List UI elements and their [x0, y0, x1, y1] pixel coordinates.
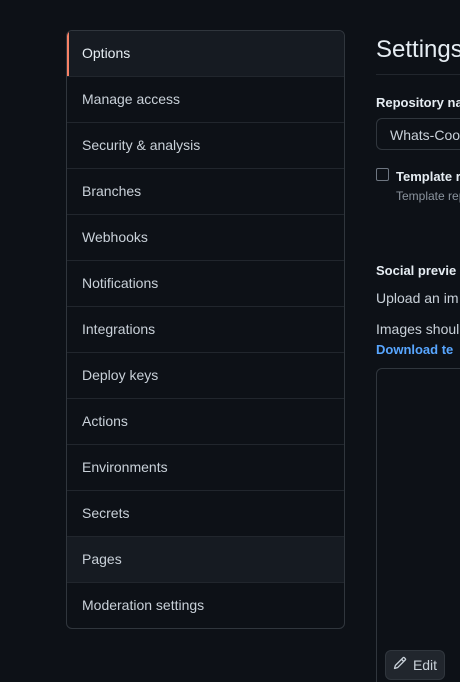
- settings-sidebar-menu: Options Manage access Security & analysi…: [66, 30, 345, 629]
- sidebar-item-moderation-settings[interactable]: Moderation settings: [67, 582, 344, 628]
- images-guidance-text: Images shoul: [376, 321, 460, 337]
- template-checkbox[interactable]: [376, 168, 389, 181]
- sidebar-item-manage-access[interactable]: Manage access: [67, 76, 344, 122]
- edit-button[interactable]: Edit: [385, 650, 445, 680]
- repo-name-label: Repository na: [376, 95, 460, 110]
- sidebar-item-environments[interactable]: Environments: [67, 444, 344, 490]
- upload-text: Upload an im: [376, 290, 459, 306]
- title-divider: [376, 74, 460, 75]
- sidebar-item-deploy-keys[interactable]: Deploy keys: [67, 352, 344, 398]
- template-description: Template rep: [396, 189, 460, 203]
- settings-page: Options Manage access Security & analysi…: [0, 0, 460, 682]
- social-preview-image-box: [376, 368, 460, 682]
- page-title: Settings: [376, 36, 460, 63]
- sidebar-item-webhooks[interactable]: Webhooks: [67, 214, 344, 260]
- sidebar-item-notifications[interactable]: Notifications: [67, 260, 344, 306]
- sidebar-item-security-analysis[interactable]: Security & analysis: [67, 122, 344, 168]
- sidebar-item-pages[interactable]: Pages: [67, 536, 344, 582]
- sidebar-item-options[interactable]: Options: [67, 31, 344, 76]
- social-preview-label: Social previe: [376, 263, 457, 278]
- edit-button-label: Edit: [412, 657, 438, 673]
- pencil-icon: [393, 650, 407, 680]
- download-template-link[interactable]: Download te: [376, 342, 453, 357]
- sidebar-item-actions[interactable]: Actions: [67, 398, 344, 444]
- sidebar-item-secrets[interactable]: Secrets: [67, 490, 344, 536]
- template-label: Template r: [396, 169, 460, 184]
- sidebar-item-branches[interactable]: Branches: [67, 168, 344, 214]
- sidebar-item-integrations[interactable]: Integrations: [67, 306, 344, 352]
- repo-name-input[interactable]: Whats-Coo: [376, 118, 460, 150]
